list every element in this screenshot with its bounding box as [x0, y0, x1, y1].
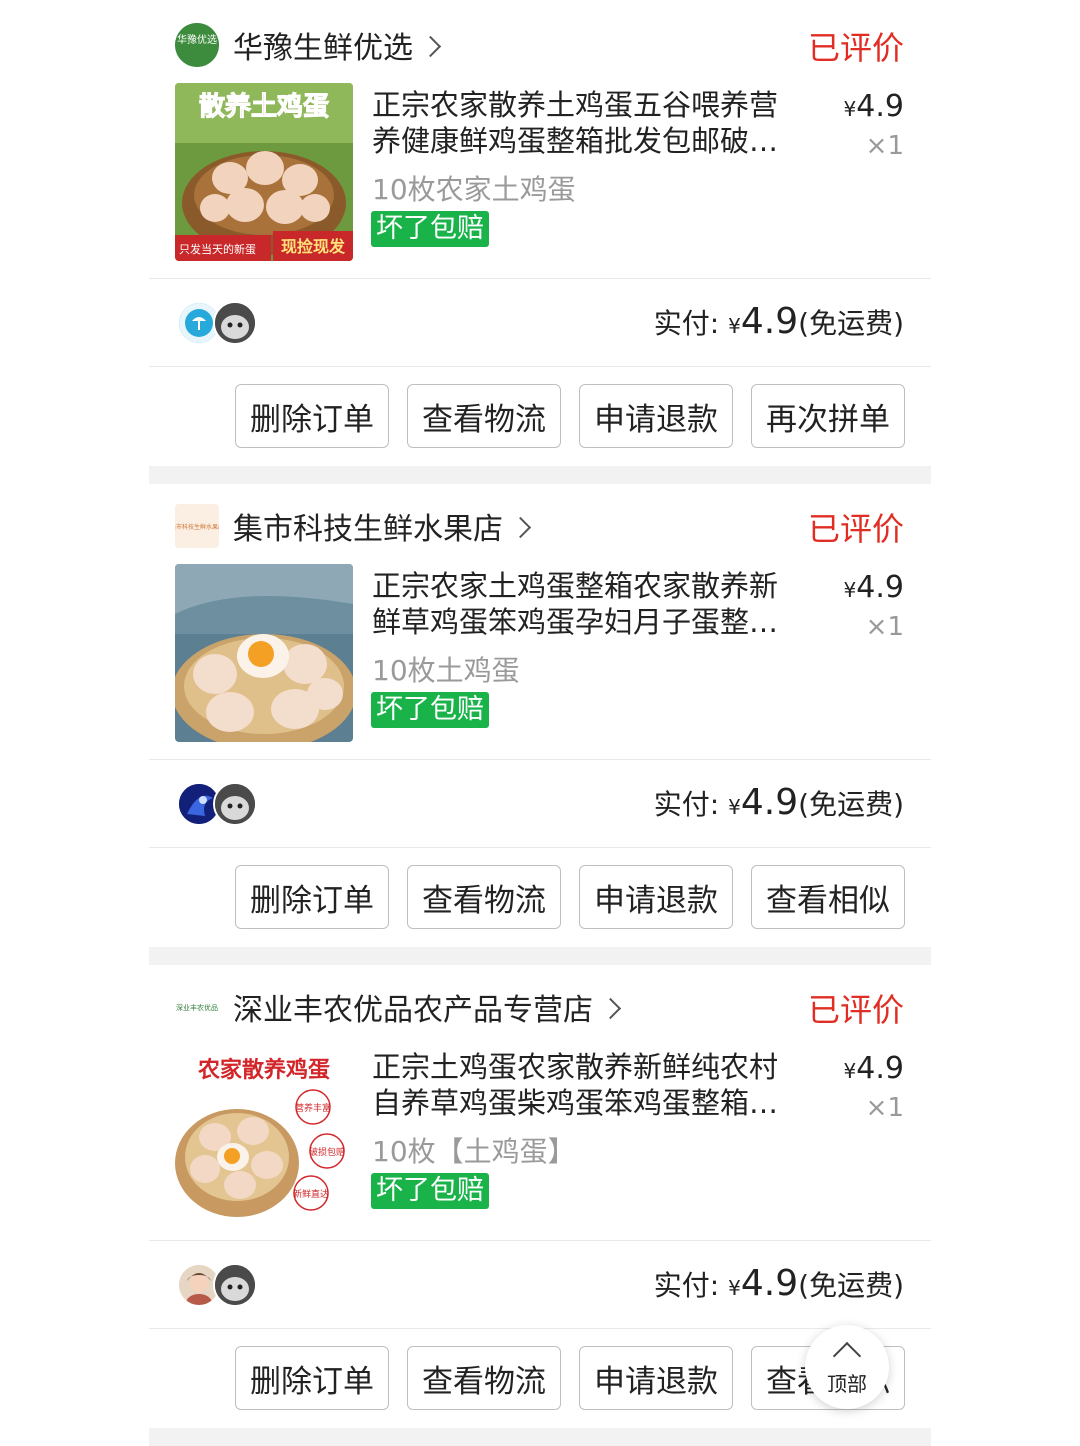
- delete-order-button[interactable]: 删除订单: [235, 865, 389, 929]
- order-status: 已评价: [807, 991, 904, 1029]
- divider: [149, 847, 931, 848]
- quantity: ×1: [865, 131, 904, 161]
- guarantee-tag: 坏了包赔: [371, 692, 489, 728]
- product-spec: 10枚土鸡蛋: [372, 654, 520, 687]
- view-logistics-button[interactable]: 查看物流: [407, 865, 561, 929]
- avatar: [213, 1263, 257, 1307]
- shop-header[interactable]: 深业丰农优品 深业丰农优品农产品专营店: [175, 983, 905, 1031]
- svg-text:新鲜直达: 新鲜直达: [293, 1188, 329, 1200]
- shop-logo: 华豫优选: [175, 23, 219, 67]
- order-actions: 删除订单 查看物流 申请退款 查看相似: [235, 865, 905, 929]
- product-image[interactable]: 散养土鸡蛋 只发当天的新蛋 现捡现发: [175, 83, 353, 261]
- reorder-button[interactable]: 再次拼单: [751, 384, 905, 448]
- shop-header[interactable]: 华豫优选 华豫生鲜优选: [175, 21, 905, 69]
- order-status: 已评价: [807, 29, 904, 67]
- chevron-right-icon[interactable]: [509, 516, 532, 538]
- order-actions: 删除订单 查看物流 申请退款 查看相似: [235, 1346, 905, 1410]
- shop-logo: 深业丰农优品: [175, 985, 219, 1029]
- order-card: 集市科技生鲜水果店 集市科技生鲜水果店 已评价 正宗农家土鸡蛋整箱农家散养新鲜草…: [149, 484, 931, 947]
- chevron-right-icon[interactable]: [599, 997, 622, 1019]
- product-title[interactable]: 正宗农家土鸡蛋整箱农家散养新鲜草鸡蛋笨鸡蛋孕妇月子蛋整…: [372, 568, 800, 640]
- view-logistics-button[interactable]: 查看物流: [407, 384, 561, 448]
- group-avatars: [177, 782, 267, 826]
- divider: [149, 1328, 931, 1329]
- order-card: 华豫优选 华豫生鲜优选 已评价 散养土鸡蛋 只发当天的新蛋 现捡现发 正宗农家散…: [149, 3, 931, 466]
- product-title[interactable]: 正宗土鸡蛋农家散养新鲜纯农村自养草鸡蛋柴鸡蛋笨鸡蛋整箱…: [372, 1049, 800, 1121]
- product-title[interactable]: 正宗农家散养土鸡蛋五谷喂养营养健康鲜鸡蛋整箱批发包邮破…: [372, 87, 800, 159]
- order-actions: 删除订单 查看物流 申请退款 再次拼单: [235, 384, 905, 448]
- avatar: [213, 301, 257, 345]
- svg-text:集市科技生鲜水果店: 集市科技生鲜水果店: [175, 523, 219, 531]
- product-image[interactable]: [175, 564, 353, 742]
- unit-price: ¥4.9: [843, 1051, 904, 1086]
- svg-text:散养土鸡蛋: 散养土鸡蛋: [199, 91, 329, 122]
- shop-name[interactable]: 华豫生鲜优选: [233, 23, 413, 67]
- view-logistics-button[interactable]: 查看物流: [407, 1346, 561, 1410]
- view-similar-button[interactable]: 查看相似: [751, 865, 905, 929]
- svg-text:营养丰富: 营养丰富: [295, 1102, 331, 1114]
- svg-text:农家散养鸡蛋: 农家散养鸡蛋: [197, 1057, 330, 1083]
- order-separator: [149, 466, 931, 484]
- delete-order-button[interactable]: 删除订单: [235, 1346, 389, 1410]
- request-refund-button[interactable]: 申请退款: [579, 384, 733, 448]
- unit-price: ¥4.9: [843, 570, 904, 605]
- divider: [149, 366, 931, 367]
- request-refund-button[interactable]: 申请退款: [579, 1346, 733, 1410]
- group-avatars: [177, 1263, 267, 1307]
- svg-text:深业丰农优品: 深业丰农优品: [176, 1003, 218, 1012]
- chevron-up-icon: [832, 1341, 862, 1370]
- divider: [149, 759, 931, 760]
- request-refund-button[interactable]: 申请退款: [579, 865, 733, 929]
- group-avatars: [177, 301, 267, 345]
- product-spec: 10枚【土鸡蛋】: [372, 1135, 576, 1168]
- avatar: [213, 782, 257, 826]
- product-image[interactable]: 农家散养鸡蛋 营养丰富 破损包赔 新鲜直达: [175, 1045, 353, 1223]
- chevron-right-icon[interactable]: [419, 35, 442, 57]
- guarantee-tag: 坏了包赔: [371, 211, 489, 247]
- back-to-top-button[interactable]: 顶部: [805, 1325, 889, 1409]
- guarantee-tag: 坏了包赔: [371, 1173, 489, 1209]
- order-status: 已评价: [807, 510, 904, 548]
- shop-name[interactable]: 深业丰农优品农产品专营店: [233, 985, 593, 1029]
- product-spec: 10枚农家土鸡蛋: [372, 173, 576, 206]
- paid-amount: 实付: ¥4.9(免运费): [653, 301, 904, 342]
- quantity: ×1: [865, 1093, 904, 1123]
- unit-price: ¥4.9: [843, 89, 904, 124]
- divider: [149, 1240, 931, 1241]
- svg-text:华豫优选: 华豫优选: [177, 33, 217, 46]
- svg-text:现捡现发: 现捡现发: [281, 237, 346, 256]
- paid-amount: 实付: ¥4.9(免运费): [653, 1263, 904, 1304]
- delete-order-button[interactable]: 删除订单: [235, 384, 389, 448]
- paid-amount: 实付: ¥4.9(免运费): [653, 782, 904, 823]
- shop-logo: 集市科技生鲜水果店: [175, 504, 219, 548]
- quantity: ×1: [865, 612, 904, 642]
- svg-text:只发当天的新蛋: 只发当天的新蛋: [179, 242, 256, 256]
- order-separator: [149, 947, 931, 965]
- divider: [149, 278, 931, 279]
- svg-text:破损包赔: 破损包赔: [309, 1146, 345, 1158]
- shop-name[interactable]: 集市科技生鲜水果店: [233, 504, 503, 548]
- order-separator: [149, 1428, 931, 1446]
- shop-header[interactable]: 集市科技生鲜水果店 集市科技生鲜水果店: [175, 502, 905, 550]
- back-to-top-label: 顶部: [827, 1371, 867, 1396]
